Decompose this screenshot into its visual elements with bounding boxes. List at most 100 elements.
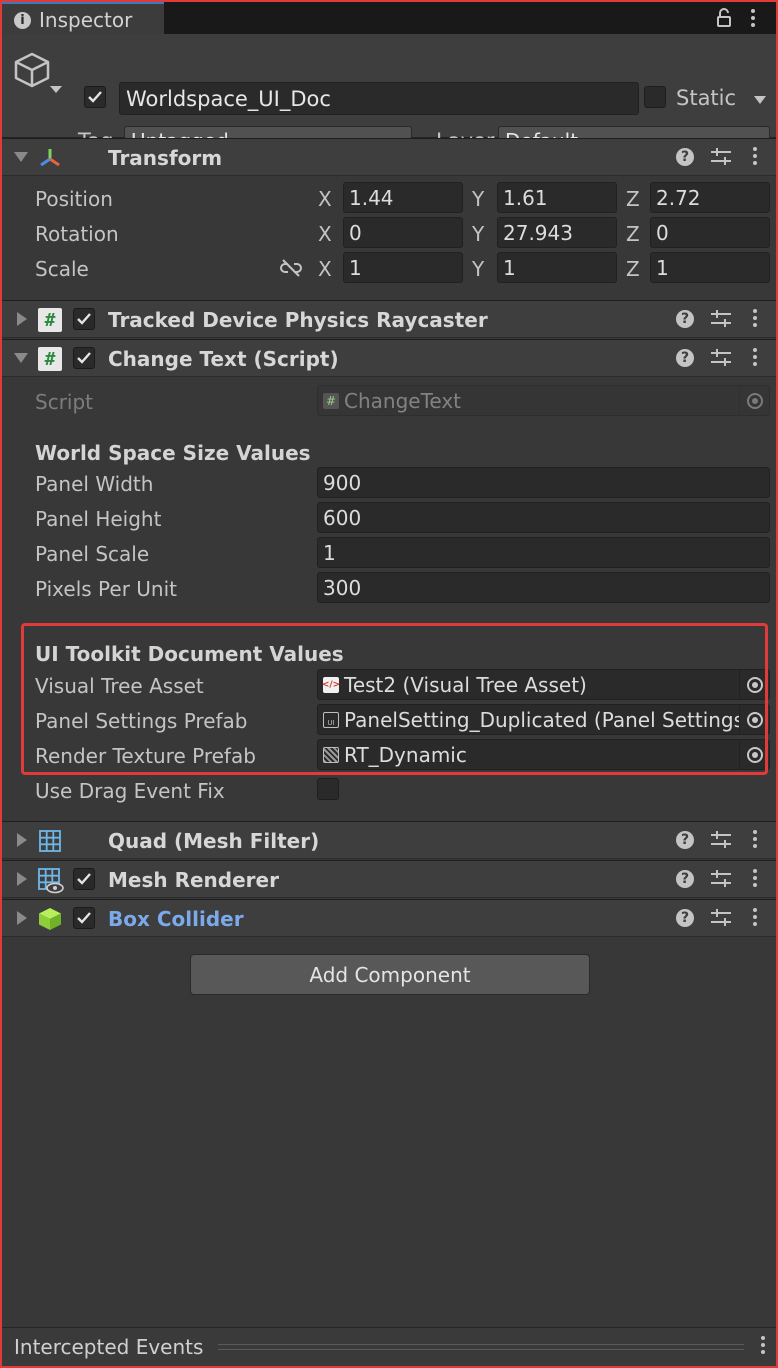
rotation-x-label[interactable]: X [318,222,332,246]
foldout-expanded-icon[interactable] [14,353,28,363]
footer-menu-kebab-icon[interactable] [758,1336,768,1354]
position-x-label[interactable]: X [318,187,332,211]
gameobject-cube-icon[interactable] [12,50,52,95]
rotation-label: Rotation [35,222,119,246]
highlight-box [21,623,768,775]
help-icon[interactable]: ? [676,909,694,927]
foldout-expanded-icon[interactable] [14,152,28,162]
presets-icon[interactable] [710,908,732,933]
script-icon: # [38,308,62,332]
pixels-per-unit-field[interactable]: 300 [317,572,770,603]
rotation-y-label[interactable]: Y [472,222,484,246]
panel-width-field[interactable]: 900 [317,467,770,498]
scale-y-field[interactable]: 1 [497,252,617,283]
help-icon[interactable]: ? [676,349,694,367]
presets-icon[interactable] [710,869,732,894]
info-icon: i [14,11,31,29]
rotation-z-field[interactable]: 0 [650,217,770,248]
tab-menu-kebab-icon[interactable] [748,9,758,27]
position-label: Position [35,187,113,211]
script-field-value: ChangeText [344,388,462,413]
scale-x-field[interactable]: 1 [343,252,463,283]
transform-icon [38,146,62,170]
constrain-proportions-icon[interactable] [280,258,302,282]
change-text-enabled-checkbox[interactable] [73,347,95,369]
position-y-label[interactable]: Y [472,187,484,211]
component-header-mesh-filter[interactable]: Quad (Mesh Filter) ? [2,821,776,859]
tab-bar: i Inspector [2,2,776,36]
component-menu-kebab-icon[interactable] [750,348,760,366]
static-checkbox[interactable] [644,86,666,108]
tab-inspector[interactable]: i Inspector [2,2,164,36]
pixels-per-unit-label: Pixels Per Unit [35,577,177,601]
component-header-transform[interactable]: Transform ? [2,138,776,176]
scale-z-field[interactable]: 1 [650,252,770,283]
presets-icon[interactable] [710,830,732,855]
panel-scale-label: Panel Scale [35,542,150,566]
box-collider-enabled-checkbox[interactable] [73,907,95,929]
foldout-collapsed-icon[interactable] [17,312,27,326]
mesh-renderer-enabled-checkbox[interactable] [73,868,95,890]
script-field: # ChangeText [317,385,770,416]
foldout-collapsed-icon[interactable] [17,833,27,847]
gameobject-header: Worldspace_UI_Doc Static Tag Untagged La… [2,34,776,156]
component-header-raycaster[interactable]: # Tracked Device Physics Raycaster ? [2,300,776,338]
position-x-field[interactable]: 1.44 [343,182,463,213]
tab-inspector-label: Inspector [39,8,133,32]
use-drag-event-fix-checkbox[interactable] [317,778,339,800]
rotation-x-field[interactable]: 0 [343,217,463,248]
icon-picker-caret-icon[interactable] [50,86,62,93]
help-icon[interactable]: ? [676,870,694,888]
presets-icon[interactable] [710,309,732,334]
position-y-field[interactable]: 1.61 [497,182,617,213]
panel-width-label: Panel Width [35,472,154,496]
box-collider-icon [38,907,62,931]
panel-height-field[interactable]: 600 [317,502,770,533]
resize-grip-icon[interactable] [218,1344,744,1350]
help-icon[interactable]: ? [676,831,694,849]
rotation-y-field[interactable]: 27.943 [497,217,617,248]
scale-z-label[interactable]: Z [626,257,640,281]
component-menu-kebab-icon[interactable] [750,908,760,926]
use-drag-event-fix-label: Use Drag Event Fix [35,779,225,803]
component-menu-kebab-icon[interactable] [750,147,760,165]
rotation-z-label[interactable]: Z [626,222,640,246]
component-menu-kebab-icon[interactable] [750,830,760,848]
gameobject-active-checkbox[interactable] [84,86,106,108]
mesh-filter-icon [38,829,62,853]
raycaster-enabled-checkbox[interactable] [73,308,95,330]
position-z-field[interactable]: 2.72 [650,182,770,213]
static-dropdown-caret-icon[interactable] [754,96,766,104]
transform-title: Transform [108,146,223,170]
mesh-renderer-title: Mesh Renderer [108,868,279,892]
object-picker-icon [739,386,769,415]
mesh-filter-title: Quad (Mesh Filter) [108,829,320,853]
lock-icon[interactable] [716,8,732,33]
scale-y-label[interactable]: Y [472,257,484,281]
intercepted-events-bar[interactable]: Intercepted Events [2,1327,776,1366]
scale-x-label[interactable]: X [318,257,332,281]
component-header-mesh-renderer[interactable]: Mesh Renderer ? [2,860,776,898]
help-icon[interactable]: ? [676,148,694,166]
help-icon[interactable]: ? [676,310,694,328]
script-file-icon: # [323,392,339,409]
component-header-change-text[interactable]: # Change Text (Script) ? [2,339,776,377]
component-menu-kebab-icon[interactable] [750,869,760,887]
presets-icon[interactable] [710,147,732,172]
add-component-button[interactable]: Add Component [190,954,590,995]
foldout-collapsed-icon[interactable] [17,911,27,925]
script-label: Script [35,390,94,414]
foldout-collapsed-icon[interactable] [17,872,27,886]
gameobject-name-input[interactable]: Worldspace_UI_Doc [119,82,639,115]
script-icon: # [38,347,62,371]
world-space-size-header: World Space Size Values [35,441,311,465]
presets-icon[interactable] [710,348,732,373]
component-header-box-collider[interactable]: Box Collider ? [2,899,776,937]
panel-height-label: Panel Height [35,507,162,531]
position-z-label[interactable]: Z [626,187,640,211]
panel-scale-field[interactable]: 1 [317,537,770,568]
box-collider-title: Box Collider [108,907,244,931]
scale-label: Scale [35,257,89,281]
component-menu-kebab-icon[interactable] [750,309,760,327]
raycaster-title: Tracked Device Physics Raycaster [108,308,488,332]
